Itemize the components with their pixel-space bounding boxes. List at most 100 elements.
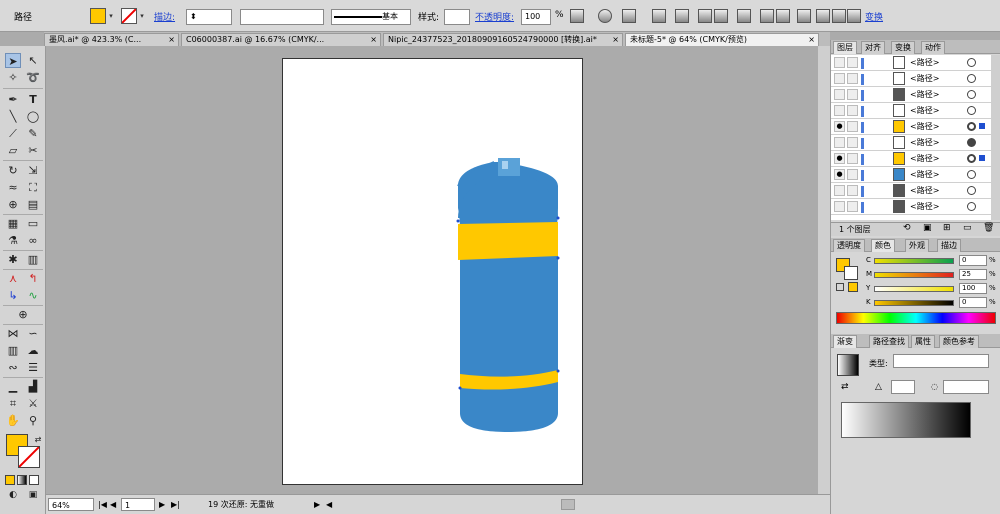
perspective-selection-tool-icon[interactable]: ↰ bbox=[25, 271, 41, 286]
selected-art-indicator[interactable] bbox=[979, 155, 985, 161]
tab-stroke[interactable]: 描边 bbox=[937, 239, 961, 252]
tab-actions[interactable]: 动作 bbox=[921, 41, 945, 54]
out-of-gamut-icon[interactable] bbox=[836, 283, 844, 291]
target-icon[interactable] bbox=[967, 138, 976, 147]
scale-tool-icon[interactable]: ⇲ bbox=[25, 163, 41, 178]
crop-tool-icon[interactable]: ⌗ bbox=[5, 396, 21, 411]
gradient-preview[interactable] bbox=[837, 354, 859, 376]
channel-m-slider[interactable] bbox=[874, 272, 954, 278]
align-hcenter-icon[interactable] bbox=[675, 9, 689, 23]
align-right-icon[interactable] bbox=[698, 9, 712, 23]
tab-transform[interactable]: 变换 bbox=[891, 41, 915, 54]
selected-art-indicator[interactable] bbox=[979, 123, 985, 129]
warp-tool-icon[interactable]: ≈ bbox=[5, 180, 21, 195]
line-tool-icon[interactable]: ╲ bbox=[5, 109, 21, 124]
stroke-color-swatch[interactable] bbox=[18, 446, 40, 468]
lock-icon[interactable] bbox=[847, 201, 858, 212]
stroke-swatch[interactable] bbox=[121, 8, 137, 24]
target-icon[interactable] bbox=[967, 58, 976, 67]
zoom-tool-icon[interactable]: ⚲ bbox=[25, 413, 41, 428]
wrinkle-tool-icon[interactable]: ☰ bbox=[25, 360, 41, 375]
width-tool-icon[interactable]: ↳ bbox=[5, 288, 21, 303]
tab-appearance[interactable]: 外观 bbox=[905, 239, 929, 252]
prev-page-icon[interactable]: ◀ bbox=[110, 498, 116, 511]
lock-icon[interactable] bbox=[847, 57, 858, 68]
target-icon[interactable] bbox=[967, 186, 976, 195]
stroke-weight-field[interactable]: ⬍ bbox=[186, 9, 232, 25]
new-layer-icon[interactable]: ▭ bbox=[963, 223, 972, 233]
magic-wand-tool-icon[interactable]: ✧ bbox=[5, 70, 21, 85]
gradient-angle-field[interactable] bbox=[891, 380, 915, 394]
align-left-icon[interactable] bbox=[652, 9, 666, 23]
target-icon[interactable] bbox=[967, 74, 976, 83]
clipping-mask-icon[interactable]: ▣ bbox=[923, 223, 932, 233]
visibility-icon[interactable] bbox=[834, 105, 845, 116]
ellipse-tool-icon[interactable]: ◯ bbox=[25, 109, 41, 124]
distribute-left-icon[interactable] bbox=[816, 9, 830, 23]
lock-icon[interactable] bbox=[847, 185, 858, 196]
knife-tool-icon[interactable]: ⚔ bbox=[25, 396, 41, 411]
color-mode-icon[interactable] bbox=[5, 475, 15, 485]
horizontal-scroll-thumb[interactable] bbox=[561, 499, 575, 510]
stacked-graph-tool-icon[interactable]: ▟ bbox=[25, 379, 41, 394]
bottle-artwork[interactable] bbox=[282, 58, 583, 485]
locate-object-icon[interactable]: ⟲ bbox=[903, 223, 911, 233]
reverse-gradient-icon[interactable]: ⇄ bbox=[841, 382, 849, 392]
channel-c-slider[interactable] bbox=[874, 258, 954, 264]
crystallize-tool-icon[interactable]: ☁ bbox=[25, 343, 41, 358]
tab-document-3[interactable]: Nipic_24377523_20180909160524790000 [转换]… bbox=[383, 33, 623, 46]
visibility-icon[interactable] bbox=[834, 137, 845, 148]
visibility-icon[interactable] bbox=[834, 185, 845, 196]
tab-attributes[interactable]: 属性 bbox=[911, 335, 935, 348]
gamut-swatch[interactable] bbox=[848, 282, 858, 292]
style-swatch-field[interactable] bbox=[444, 9, 470, 25]
target-icon[interactable] bbox=[967, 170, 976, 179]
layer-row[interactable]: <路径> bbox=[831, 103, 991, 119]
target-icon[interactable] bbox=[967, 106, 976, 115]
visibility-icon[interactable] bbox=[834, 73, 845, 84]
variable-width-field[interactable] bbox=[240, 9, 324, 25]
close-icon[interactable]: × bbox=[808, 34, 815, 46]
lock-icon[interactable] bbox=[847, 73, 858, 84]
screen-mode-icon[interactable]: ▣ bbox=[25, 488, 41, 503]
gradient-tool-icon[interactable]: ▭ bbox=[25, 216, 41, 231]
tab-align[interactable]: 对齐 bbox=[861, 41, 885, 54]
symbol-sprayer-tool-icon[interactable]: ✱ bbox=[5, 252, 21, 267]
pen-tool-icon[interactable]: ✒ bbox=[5, 92, 21, 107]
free-transform-tool-icon[interactable]: ⛶ bbox=[25, 180, 41, 195]
status-menu-icon[interactable]: ▶ bbox=[314, 498, 320, 511]
blend-tool-icon[interactable]: ∞ bbox=[25, 233, 41, 248]
direct-selection-tool-icon[interactable]: ↖ bbox=[25, 53, 41, 68]
selection-tool-icon[interactable]: ➤ bbox=[5, 53, 21, 68]
target-icon[interactable] bbox=[967, 154, 976, 163]
lock-icon[interactable] bbox=[847, 121, 858, 132]
channel-y-slider[interactable] bbox=[874, 286, 954, 292]
lock-icon[interactable] bbox=[847, 169, 858, 180]
delete-layer-icon[interactable]: 🗑 bbox=[983, 223, 994, 233]
visibility-icon[interactable]: ● bbox=[834, 153, 845, 164]
layer-row[interactable]: ● <路径> bbox=[831, 167, 991, 183]
visibility-icon[interactable] bbox=[834, 89, 845, 100]
reshape-tool-icon[interactable]: ∿ bbox=[25, 288, 41, 303]
mesh-tool-icon[interactable]: ▦ bbox=[5, 216, 21, 231]
tab-pathfinder[interactable]: 路径查找 bbox=[869, 335, 909, 348]
layer-row-selected[interactable]: ● <路径> bbox=[831, 151, 991, 167]
lock-icon[interactable] bbox=[847, 137, 858, 148]
fill-dropdown-icon[interactable]: ▾ bbox=[106, 8, 116, 24]
lock-icon[interactable] bbox=[847, 89, 858, 100]
aspect-ratio-icon[interactable]: ◌ bbox=[931, 382, 938, 391]
scissors-tool-icon[interactable]: ✂ bbox=[25, 143, 41, 158]
close-icon[interactable]: × bbox=[168, 34, 175, 46]
lasso-tool-icon[interactable]: ➰ bbox=[25, 70, 41, 85]
color-stroke-swatch[interactable] bbox=[844, 266, 858, 280]
pencil-tool-icon[interactable]: ✎ bbox=[25, 126, 41, 141]
column-chart-tool-icon[interactable]: ▥ bbox=[5, 343, 21, 358]
perspective-grid-tool-icon[interactable]: ⋏ bbox=[5, 271, 21, 286]
layer-row[interactable]: <路径> bbox=[831, 183, 991, 199]
stroke-dropdown-icon[interactable]: ▾ bbox=[137, 8, 147, 24]
tab-document-1[interactable]: 墨风.ai* @ 423.3% (C... × bbox=[44, 33, 179, 46]
draw-mode-icon[interactable]: ◐ bbox=[5, 488, 21, 503]
distribute-vcenter-icon[interactable] bbox=[797, 9, 811, 23]
distribute-top-icon[interactable] bbox=[776, 9, 790, 23]
vertical-scrollbar[interactable] bbox=[818, 46, 830, 494]
